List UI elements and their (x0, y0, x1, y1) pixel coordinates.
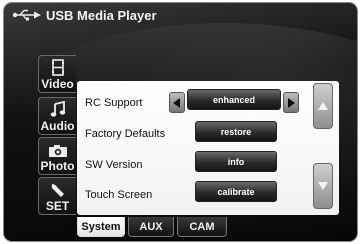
rc-support-prev-button[interactable] (169, 92, 185, 113)
scroll-down-button[interactable] (313, 163, 333, 209)
wrench-icon (51, 183, 64, 197)
arrow-down-icon (318, 182, 328, 190)
touch-screen-label: Touch Screen (85, 189, 153, 201)
arrow-up-icon (318, 102, 328, 110)
tab-audio-label: Audio (40, 119, 75, 133)
media-player-screen: USB Media Player Video Audio Photo SET R… (3, 2, 358, 242)
tab-set-label: SET (45, 199, 70, 213)
tab-photo-label: Photo (40, 159, 75, 173)
triangle-right-icon (288, 97, 295, 108)
scroll-up-button[interactable] (313, 83, 333, 129)
tab-video-label: Video (41, 77, 74, 91)
camera-icon (48, 145, 67, 157)
info-button[interactable]: info (195, 151, 277, 172)
rc-support-label: RC Support (85, 97, 143, 109)
calibrate-button[interactable]: calibrate (195, 181, 277, 202)
triangle-left-icon (173, 97, 180, 108)
tab-audio[interactable]: Audio (38, 97, 76, 135)
tab-set[interactable]: SET (38, 177, 76, 215)
rc-support-next-button[interactable] (283, 92, 299, 113)
sw-version-label: SW Version (85, 159, 143, 171)
restore-button[interactable]: restore (195, 121, 277, 142)
tab-photo[interactable]: Photo (38, 137, 76, 175)
tab-system[interactable]: System (77, 217, 125, 237)
music-note-icon (50, 101, 65, 117)
film-icon (51, 59, 64, 76)
settings-panel: RC Support enhanced Factory Defaults res… (77, 81, 339, 215)
window-title: USB Media Player (46, 7, 157, 23)
tab-video[interactable]: Video (38, 55, 76, 93)
tab-cam[interactable]: CAM (177, 217, 227, 237)
tab-aux[interactable]: AUX (128, 217, 174, 237)
rc-support-value[interactable]: enhanced (187, 89, 281, 110)
title-bar: USB Media Player (4, 3, 357, 27)
factory-defaults-label: Factory Defaults (85, 128, 166, 140)
usb-icon (12, 9, 41, 21)
